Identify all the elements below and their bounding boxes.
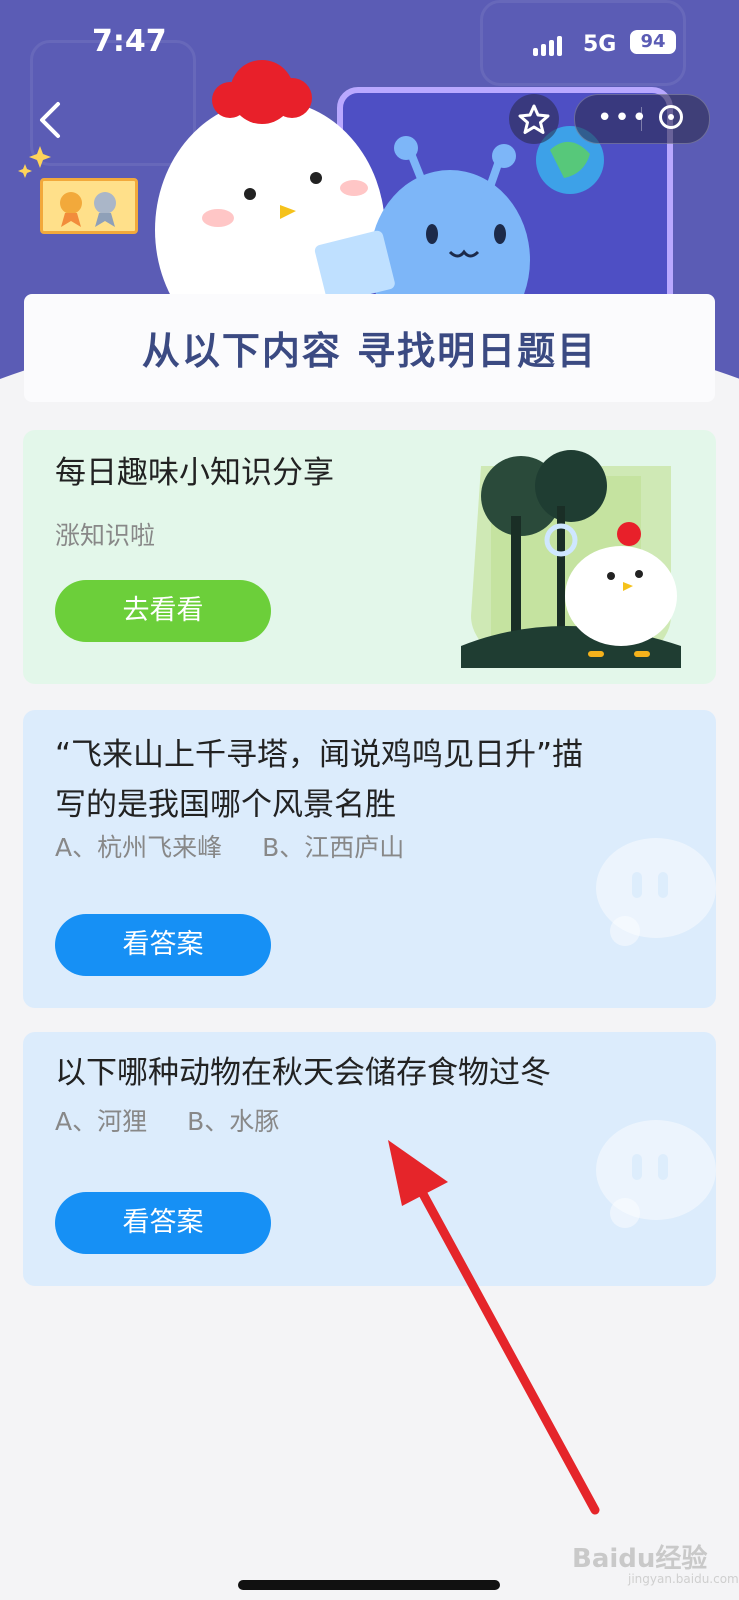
option-a: A、河狸 [55, 1107, 148, 1136]
question-card: 以下哪种动物在秋天会储存食物过冬 A、河狸 B、水豚 看答案 [23, 1032, 716, 1286]
banner-title: 从以下内容 寻找明日题目 [141, 329, 598, 373]
chat-bubble-icon [596, 838, 716, 946]
medal-board-icon [40, 178, 138, 234]
forest-chicken-illustration [461, 450, 681, 668]
option-a: A、杭州飞来峰 [55, 833, 223, 862]
banner-card: 从以下内容 寻找明日题目 [24, 294, 715, 402]
battery-level: 94 [630, 30, 676, 54]
card-title: 每日趣味小知识分享 [55, 455, 334, 491]
network-type: 5G [583, 32, 617, 57]
chevron-left-icon [40, 102, 60, 138]
question-title-line2: 写的是我国哪个风景名胜 [55, 787, 396, 823]
back-button[interactable] [30, 98, 70, 142]
signal-icon [533, 36, 565, 56]
question-title: 以下哪种动物在秋天会储存食物过冬 [55, 1055, 551, 1091]
question-card: “飞来山上千寻塔，闻说鸡鸣见日升”描 写的是我国哪个风景名胜 A、杭州飞来峰 B、… [23, 710, 716, 1008]
chat-bubble-icon [596, 1120, 716, 1228]
baidu-watermark: Baidu经验 [572, 1544, 708, 1574]
view-answer-button[interactable]: 看答案 [55, 914, 271, 976]
card-subtitle: 涨知识啦 [55, 521, 156, 550]
capsule-divider [641, 107, 642, 131]
status-bar: 7:47 5G 94 [0, 0, 739, 84]
close-miniapp-icon[interactable] [659, 105, 683, 129]
miniapp-capsule: ••• [574, 94, 710, 144]
view-answer-button[interactable]: 看答案 [55, 1192, 271, 1254]
option-b: B、江西庐山 [262, 833, 405, 862]
trivia-share-card[interactable]: 每日趣味小知识分享 涨知识啦 去看看 [23, 430, 716, 684]
question-options: A、河狸 B、水豚 [55, 1102, 319, 1138]
question-options: A、杭州飞来峰 B、江西庐山 [55, 828, 444, 864]
star-icon [518, 104, 550, 134]
option-b: B、水豚 [187, 1107, 280, 1136]
go-see-button[interactable]: 去看看 [55, 580, 271, 642]
status-time: 7:47 [92, 24, 167, 59]
home-indicator[interactable] [238, 1580, 500, 1590]
baidu-watermark-url: jingyan.baidu.com [628, 1572, 739, 1586]
question-title-line1: “飞来山上千寻塔，闻说鸡鸣见日升”描 [55, 737, 584, 773]
sparkle-icon [18, 146, 51, 178]
favorite-button[interactable] [509, 94, 559, 144]
